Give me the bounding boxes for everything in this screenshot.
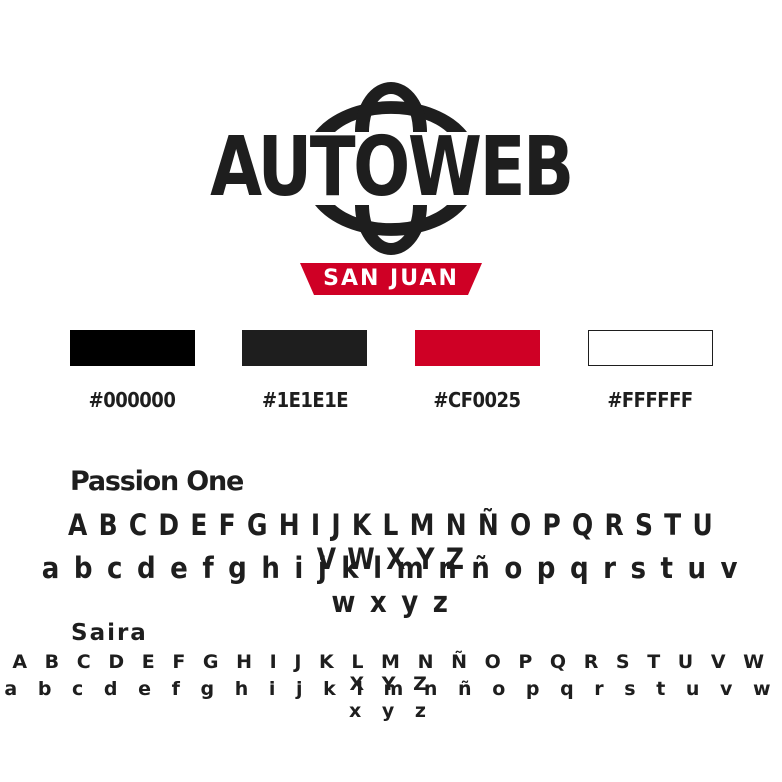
typeface-secondary-name: Saira [71,620,148,646]
swatch-black [70,330,195,366]
swatch-white [588,330,713,366]
brand-logo: AUTOWEB SAN JUAN [0,0,782,300]
swatch-label-dark-gray: #1E1E1E [261,388,349,412]
swatch-red [415,330,540,366]
swatch-label-red: #CF0025 [433,388,521,412]
tagline: SAN JUAN [323,266,459,291]
typeface-secondary-lowercase: a b c d e f g h i j k l m n ñ o p q r s … [4,678,778,722]
swatch-label-white: #FFFFFF [607,388,693,412]
swatch-dark-gray [242,330,367,366]
typeface-primary-lowercase: a b c d e f g h i j k l m n ñ o p q r s … [41,551,741,619]
wordmark: AUTOWEB [210,120,574,215]
typeface-primary-name: Passion One [70,466,244,497]
swatch-label-black: #000000 [88,388,176,412]
